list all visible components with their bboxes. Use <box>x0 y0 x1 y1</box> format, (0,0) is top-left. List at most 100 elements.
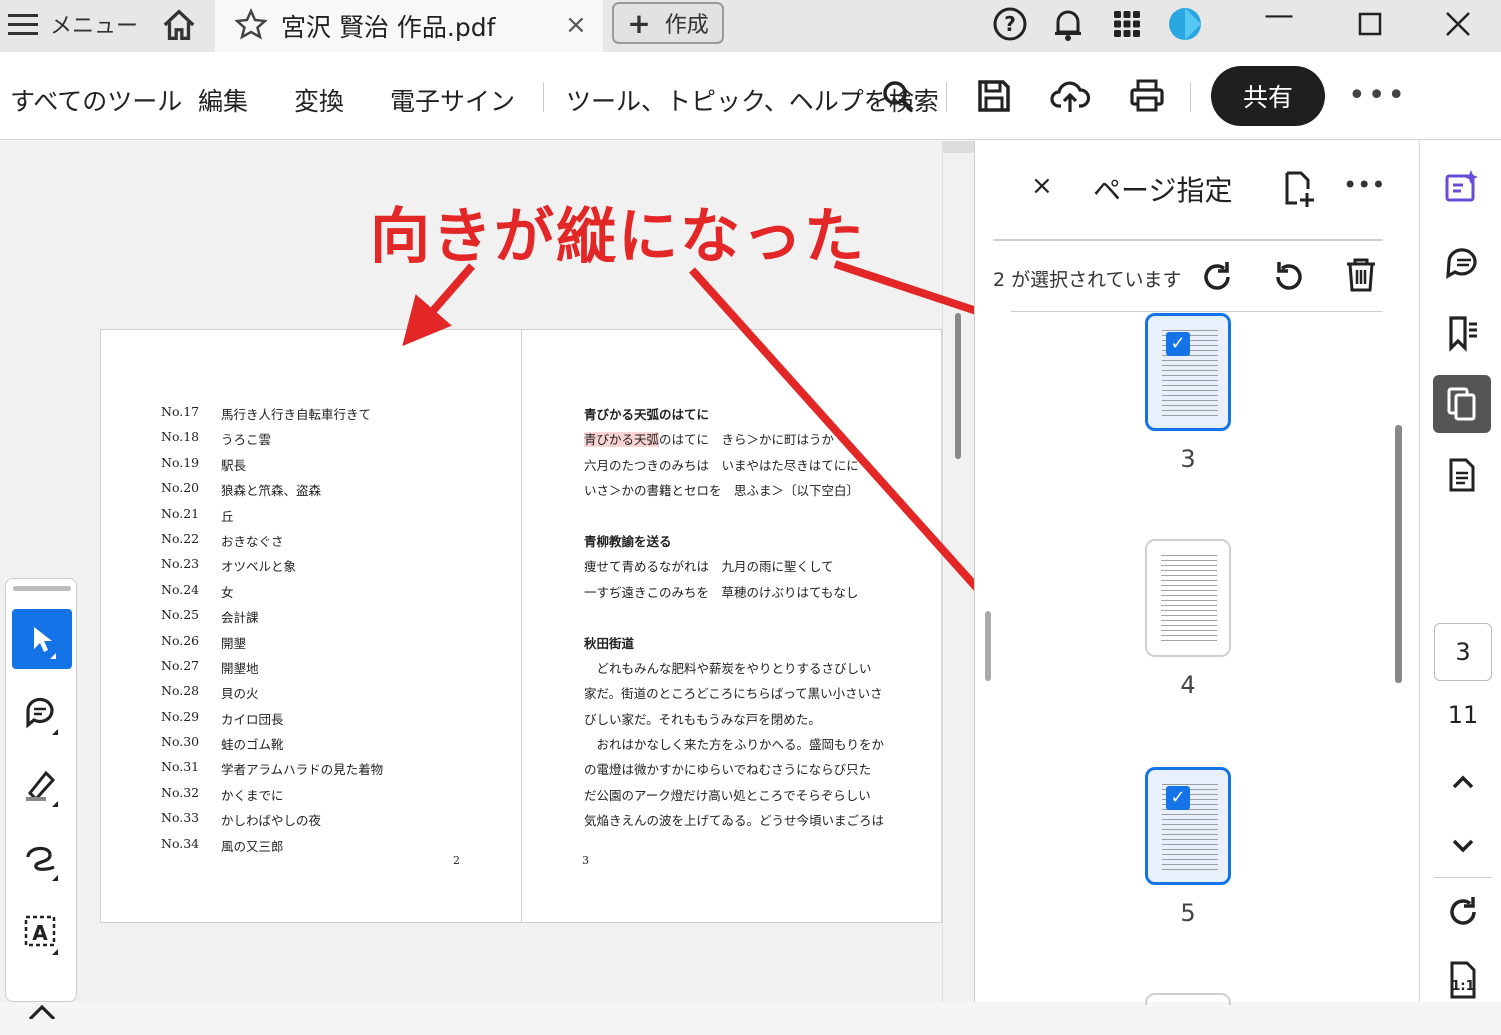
text-line: びしい家だ。それももうみな戸を閉めた。 <box>584 711 821 727</box>
comments-panel-button[interactable] <box>1440 241 1484 285</box>
close-window-button[interactable] <box>1438 4 1478 44</box>
highlight-tool-button[interactable] <box>12 755 72 815</box>
text-box-tool-button[interactable]: A <box>12 903 72 963</box>
pages-icon <box>1447 387 1476 421</box>
draw-tool-button[interactable] <box>12 829 72 889</box>
toc-row: No.26 開墾 <box>161 633 383 658</box>
help-icon[interactable]: ? <box>990 4 1030 44</box>
text-line: 気焔きえんの波を上げてゐる。どうせ今頃いまごろは <box>584 813 885 829</box>
document-tab[interactable]: 宮沢 賢治 作品.pdf × <box>215 0 603 52</box>
panel-scrollbar-thumb[interactable] <box>1395 425 1402 683</box>
toc-title: 貝の火 <box>221 686 259 702</box>
table-of-contents: No.17 馬行き人行き自転車行きて No.18 うろこ雲 No.19 駅長 No.20 狼森… <box>161 404 383 861</box>
select-tool-button[interactable] <box>12 609 72 669</box>
toc-number: No.34 <box>161 835 200 851</box>
toc-number: No.26 <box>161 632 200 648</box>
toc-row: No.17 馬行き人行き自転車行きて <box>161 404 383 429</box>
star-icon[interactable] <box>235 8 267 40</box>
thumbnail-page-number: 4 <box>1180 671 1196 699</box>
tab-close-button[interactable]: × <box>565 10 587 40</box>
panel-close-button[interactable]: × <box>1031 171 1053 201</box>
current-page-input[interactable]: 3 <box>1434 623 1492 681</box>
total-pages: 11 <box>1447 701 1479 729</box>
page-thumbnail[interactable] <box>1145 539 1231 657</box>
toc-number: No.21 <box>161 505 200 521</box>
panel-resize-handle[interactable] <box>985 611 991 681</box>
toc-title: かしわばやしの夜 <box>221 813 322 829</box>
checkbox-checked-icon[interactable]: ✓ <box>1166 786 1190 810</box>
maximize-button[interactable] <box>1350 4 1390 44</box>
rail-grip[interactable] <box>13 586 71 591</box>
checkbox-checked-icon[interactable]: ✓ <box>1166 332 1190 356</box>
toc-title: うろこ雲 <box>221 432 272 448</box>
toc-title: 蛙のゴム靴 <box>221 737 284 753</box>
save-icon[interactable] <box>974 76 1014 116</box>
actual-size-icon[interactable]: 1:1 <box>1444 959 1482 1001</box>
toc-row: No.27 開墾地 <box>161 658 383 683</box>
ai-assistant-button[interactable] <box>1440 165 1484 209</box>
comment-icon <box>26 697 58 735</box>
minimize-button[interactable]: — <box>1264 0 1294 33</box>
annotation-text: 向きが縦になった <box>370 202 866 272</box>
home-icon[interactable] <box>160 6 198 44</box>
text-line: おれはかなしく来た方をふりかへる。盛岡もりをか <box>584 737 885 753</box>
more-options-button[interactable]: ••• <box>1348 78 1407 113</box>
text-line: いさ＞かの書籍とセロを 思ふま＞〔以下空白〕 <box>584 483 860 499</box>
print-icon[interactable] <box>1127 76 1167 116</box>
avatar[interactable] <box>1165 4 1205 44</box>
page-thumbnail[interactable]: ✓ <box>1145 313 1231 431</box>
toc-title: 開墾地 <box>221 660 259 676</box>
convert-button[interactable]: 変換 <box>294 82 344 118</box>
delete-icon[interactable] <box>1341 255 1381 295</box>
rotate-counterclockwise-icon[interactable] <box>1269 257 1309 297</box>
organize-pages-button[interactable] <box>1433 375 1491 433</box>
apps-grid-icon[interactable] <box>1107 4 1147 44</box>
chevron-up-icon[interactable] <box>1448 769 1478 795</box>
menu-button[interactable]: メニュー <box>8 8 138 40</box>
svg-text:?: ? <box>1004 12 1016 36</box>
svg-text:A: A <box>32 921 48 945</box>
highlighter-icon <box>26 770 58 807</box>
rotate-clockwise-icon[interactable] <box>1197 257 1237 297</box>
create-label: 作成 <box>664 13 709 38</box>
toc-title: オツベルと象 <box>221 559 297 575</box>
toc-row: No.32 かくまでに <box>161 785 383 810</box>
toc-row: No.31 学者アラムハラドの見た着物 <box>161 759 383 784</box>
comment-list-icon <box>1446 248 1477 279</box>
share-button[interactable]: 共有 <box>1211 66 1325 126</box>
toc-number: No.30 <box>161 734 200 750</box>
svg-text:1:1: 1:1 <box>1451 979 1474 994</box>
page-thumbnail[interactable]: ✓ <box>1145 767 1231 885</box>
rail-divider <box>1434 877 1492 878</box>
insert-page-icon[interactable] <box>1281 169 1317 209</box>
search-icon[interactable] <box>878 76 918 116</box>
document-scrollbar[interactable] <box>942 141 975 1002</box>
toc-row: No.34 風の又三郎 <box>161 836 383 861</box>
panel-divider <box>1011 311 1383 312</box>
esign-button[interactable]: 電子サイン <box>390 82 515 118</box>
scrollbar-thumb[interactable] <box>955 313 961 459</box>
page-thumbnail-partial[interactable] <box>1145 993 1231 1005</box>
chevron-down-icon[interactable] <box>1448 833 1478 859</box>
text-box-icon: A <box>24 915 58 955</box>
all-tools-button[interactable]: すべてのツール <box>10 82 182 118</box>
create-button[interactable]: + 作成 <box>612 2 724 44</box>
bookmarks-panel-button[interactable] <box>1440 311 1484 355</box>
toolbar-divider <box>543 82 544 112</box>
toc-number: No.23 <box>161 556 200 572</box>
comment-tool-button[interactable] <box>12 683 72 743</box>
panel-title: ページ指定 <box>1093 174 1233 207</box>
main-toolbar: すべてのツール 編集 変換 電子サイン ツール、トピック、ヘルプを検索 共有 •… <box>0 52 1501 140</box>
rotate-view-icon[interactable] <box>1444 893 1482 931</box>
bell-icon[interactable] <box>1048 4 1088 44</box>
edit-button[interactable]: 編集 <box>198 82 248 118</box>
cloud-upload-icon[interactable] <box>1050 76 1090 116</box>
highlighted-text[interactable]: 青びかる天弧 <box>584 432 660 448</box>
text-line: 一すぢ遠きこのみちを 草穂のけぶりはてもなし <box>584 584 859 600</box>
toc-number: No.25 <box>161 607 200 623</box>
panel-more-button[interactable]: ••• <box>1343 171 1385 199</box>
document-properties-button[interactable] <box>1440 453 1484 497</box>
stamp-tool-button[interactable] <box>12 975 72 1035</box>
title-bar: メニュー 宮沢 賢治 作品.pdf × + 作成 ? — <box>0 0 1501 52</box>
page-number: 3 <box>582 854 589 867</box>
